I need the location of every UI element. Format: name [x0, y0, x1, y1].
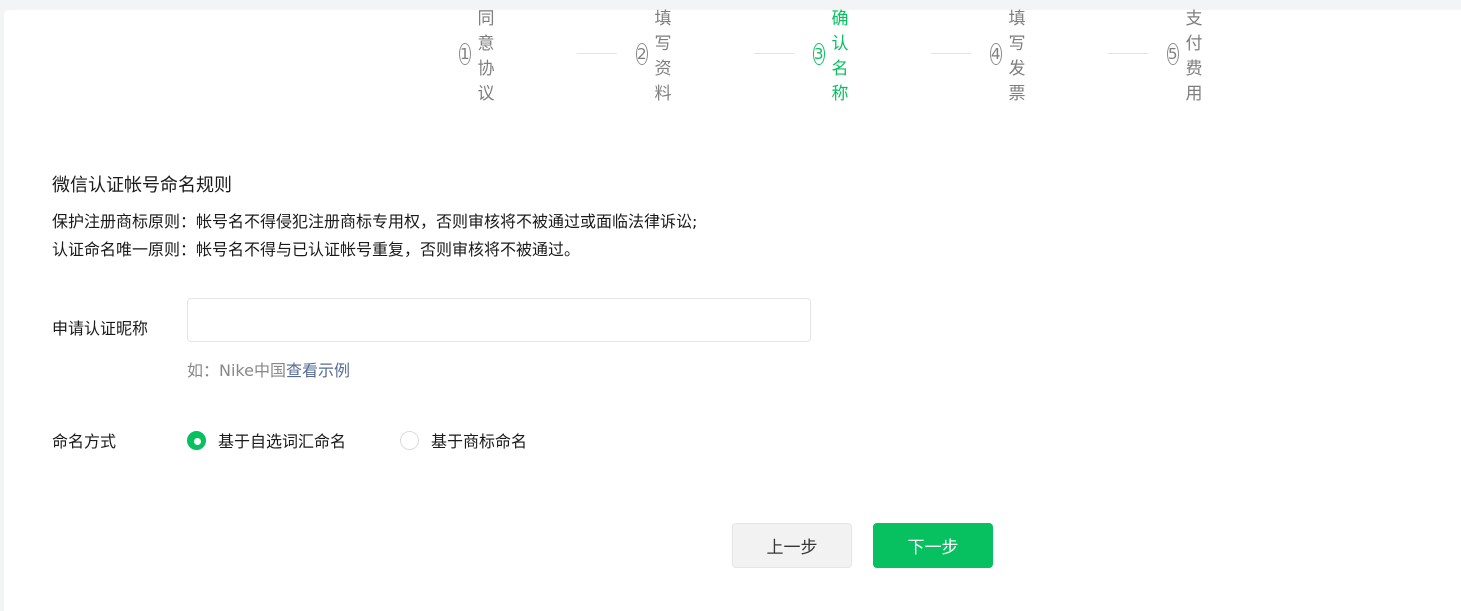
step-2: 2 填写资料: [636, 9, 682, 104]
step-4-number: 4: [990, 43, 1002, 65]
radio-custom-words-label: 基于自选词汇命名: [218, 432, 347, 451]
step-1: 1 同意协议: [459, 9, 505, 104]
radio-checked-icon[interactable]: [187, 430, 206, 450]
step-4-label: 填写发票: [1008, 9, 1026, 104]
step-1-number: 1: [459, 43, 471, 65]
nickname-input[interactable]: [187, 298, 811, 342]
nickname-label: 申请认证昵称: [52, 319, 149, 338]
step-5-number: 5: [1167, 43, 1179, 65]
step-3-label: 确认名称: [831, 9, 849, 104]
step-3-number: 3: [813, 43, 825, 65]
main-card: 1 同意协议 2 填写资料 3 确认名称 4 填写发票 5 支付费用 微信认证帐…: [4, 9, 1461, 611]
step-4: 4 填写发票: [990, 9, 1036, 104]
view-example-link[interactable]: 查看示例: [286, 361, 350, 380]
step-2-label: 填写资料: [654, 9, 672, 104]
nickname-hint: 如：Nike中国查看示例: [187, 357, 350, 381]
step-separator: [754, 53, 794, 54]
step-1-label: 同意协议: [477, 9, 495, 104]
step-5: 5 支付费用: [1167, 9, 1213, 104]
radio-unchecked-icon[interactable]: [400, 430, 419, 450]
step-separator: [577, 53, 617, 54]
naming-mode-label: 命名方式: [52, 432, 117, 451]
rule-trademark: 保护注册商标原则：帐号名不得侵犯注册商标专用权，否则审核将不被通过或面临法律诉讼…: [52, 212, 698, 231]
radio-custom-words[interactable]: 基于自选词汇命名: [187, 428, 346, 452]
step-separator: [1108, 53, 1148, 54]
next-step-button[interactable]: 下一步: [873, 523, 993, 568]
prev-step-button[interactable]: 上一步: [732, 523, 852, 568]
step-separator: [931, 53, 971, 54]
step-2-number: 2: [636, 43, 648, 65]
step-3: 3 确认名称: [813, 9, 859, 104]
radio-trademark-label: 基于商标命名: [431, 432, 528, 451]
step-5-label: 支付费用: [1185, 9, 1203, 104]
radio-trademark[interactable]: 基于商标命名: [400, 428, 527, 452]
hint-example-text: 如：Nike中国: [187, 361, 286, 380]
rules-title: 微信认证帐号命名规则: [52, 175, 232, 196]
rule-unique-name: 认证命名唯一原则：帐号名不得与已认证帐号重复，否则审核将不被通过。: [52, 240, 581, 259]
